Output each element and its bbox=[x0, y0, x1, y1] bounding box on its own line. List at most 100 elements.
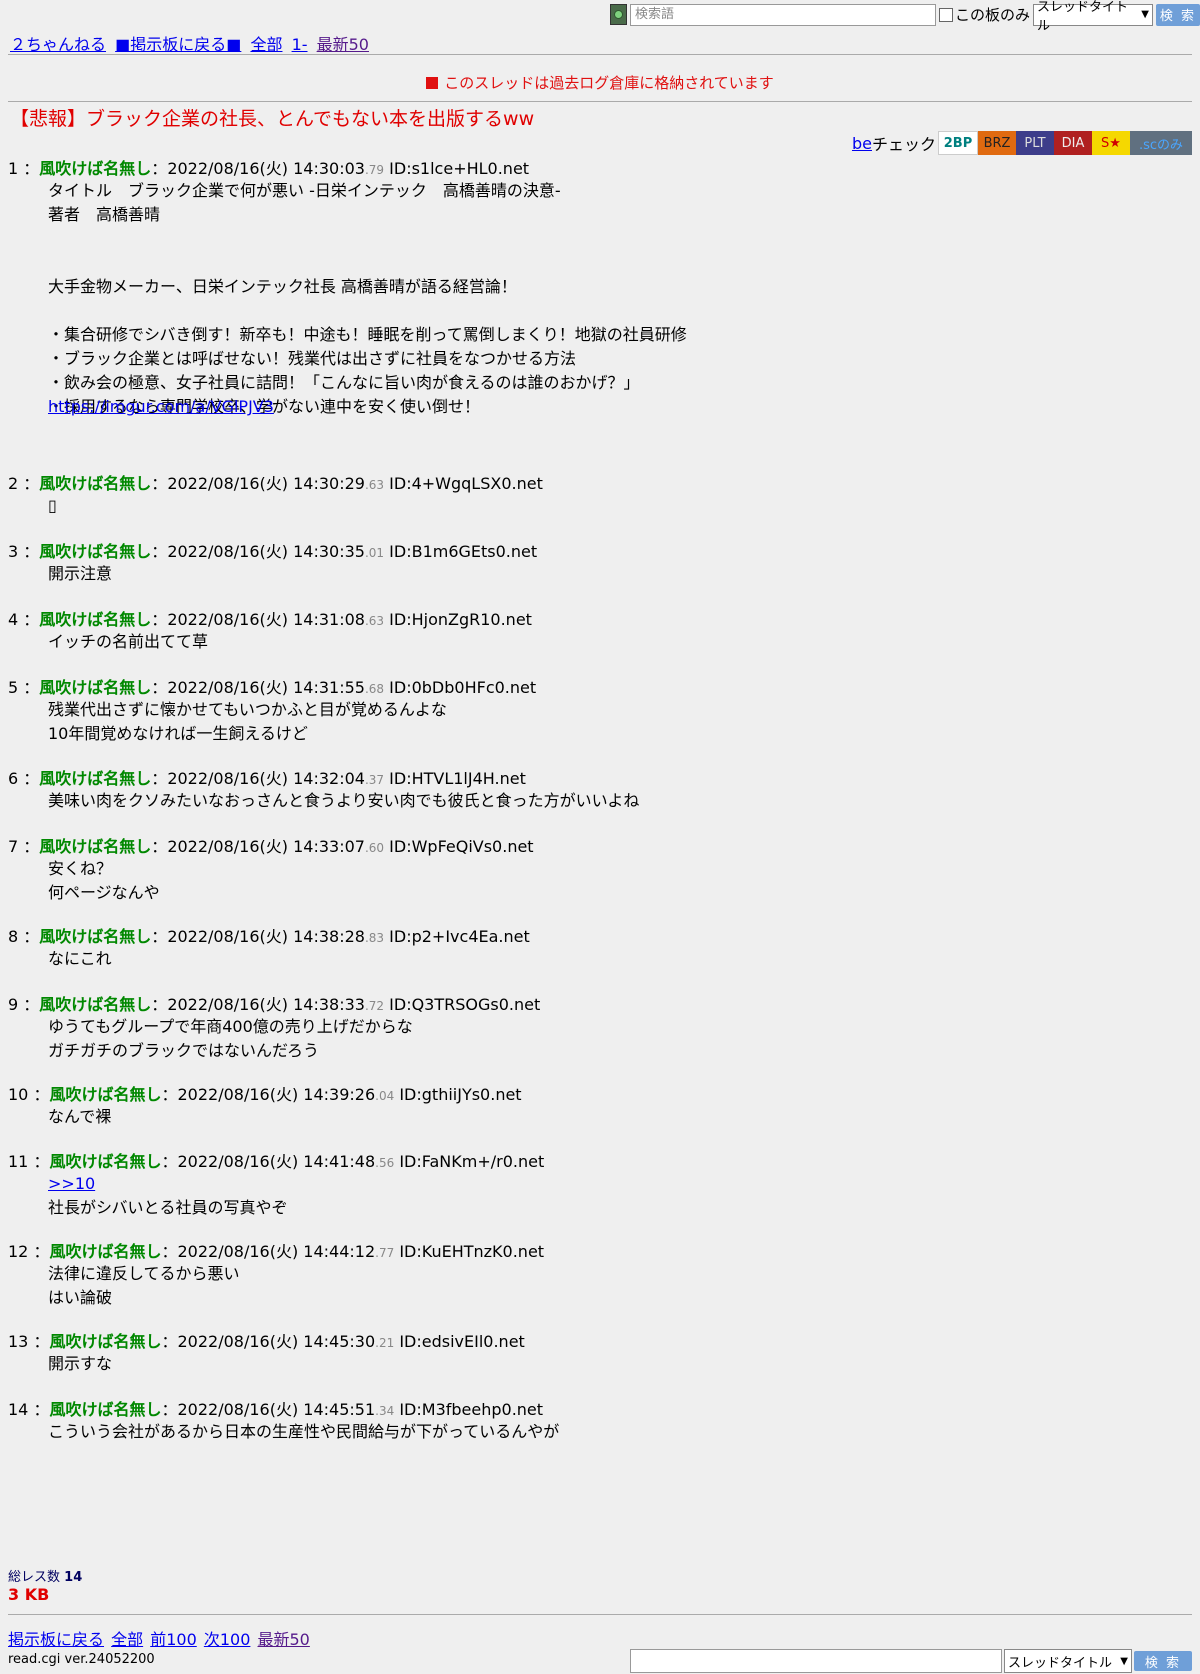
post-date: 2022/08/16(火) 14:41:48 bbox=[177, 1152, 376, 1171]
post-body: こういう会社があるから日本の生産性や民間給与が下がっているんやが bbox=[48, 1422, 560, 1441]
board-only-option[interactable]: この板のみ bbox=[938, 4, 1030, 25]
post-date: 2022/08/16(火) 14:30:29 bbox=[167, 474, 365, 493]
footer-latest-50-link[interactable]: 最新50 bbox=[258, 1630, 310, 1649]
poster-id: ID:gthiiJYs0.net bbox=[399, 1085, 522, 1104]
post-number: 10 bbox=[8, 1085, 29, 1104]
badge-sc-only[interactable]: .scのみ bbox=[1130, 131, 1192, 155]
reply-anchor-link[interactable]: >>10 bbox=[48, 1174, 95, 1193]
post-header: 12 ：風吹けば名無し：2022/08/16(火) 14:44:12.77 ID… bbox=[8, 1242, 545, 1261]
first-posts-link[interactable]: 1- bbox=[292, 35, 308, 54]
footer-prev-100-link[interactable]: 前100 bbox=[150, 1630, 197, 1649]
post-3: 3 ：風吹けば名無し：2022/08/16(火) 14:30:35.01 ID:… bbox=[8, 538, 537, 586]
total-posts: 総レス数 14 bbox=[8, 1566, 82, 1585]
chevron-down-icon: ▼ bbox=[1120, 1655, 1128, 1667]
board-only-label: この板のみ bbox=[954, 6, 1030, 24]
post-date: 2022/08/16(火) 14:31:08 bbox=[167, 610, 365, 629]
post-number: 8 bbox=[8, 927, 19, 946]
imgur-link[interactable]: https://imgur.com/a/VGlPJV3 bbox=[48, 397, 274, 416]
post-13: 13 ：風吹けば名無し：2022/08/16(火) 14:45:30.21 ID… bbox=[8, 1328, 525, 1376]
be-check-bar: be チェック 2BP BRZ PLT DIA S★ .scのみ bbox=[852, 131, 1192, 155]
post-msec: .34 bbox=[375, 1404, 395, 1418]
poster-name: 風吹けば名無し bbox=[49, 1085, 162, 1104]
search-input[interactable] bbox=[629, 3, 936, 26]
search-button[interactable]: 検 索 bbox=[1156, 3, 1200, 26]
thread-size: 3 KB bbox=[8, 1585, 50, 1604]
post-body: 開示すな bbox=[48, 1354, 113, 1373]
post-number: 3 bbox=[8, 542, 19, 561]
post-number: 9 bbox=[8, 995, 19, 1014]
post-body: なにこれ bbox=[48, 949, 112, 968]
post-header: 5 ：風吹けば名無し：2022/08/16(火) 14:31:55.68 ID:… bbox=[8, 678, 537, 697]
latest-50-link[interactable]: 最新50 bbox=[317, 35, 369, 54]
post-body: 開示注意 bbox=[48, 564, 113, 583]
back-to-board-link[interactable]: ■掲示板に戻る■ bbox=[115, 35, 241, 54]
poster-name: 風吹けば名無し bbox=[49, 1332, 162, 1351]
chevron-down-icon: ▼ bbox=[1141, 9, 1149, 20]
be-link[interactable]: be bbox=[852, 134, 872, 153]
poster-id: ID:p2+Ivc4Ea.net bbox=[389, 927, 530, 946]
post-number: 14 bbox=[8, 1400, 29, 1419]
badge-dia[interactable]: DIA bbox=[1054, 131, 1092, 155]
bottom-search-scope-select[interactable]: スレッドタイトル ▼ bbox=[1004, 1649, 1132, 1673]
post-number: 6 bbox=[8, 769, 19, 788]
post-4: 4 ：風吹けば名無し：2022/08/16(火) 14:31:08.63 ID:… bbox=[8, 606, 532, 654]
post-msec: .60 bbox=[364, 841, 385, 855]
poster-id: ID:KuEHTnzK0.net bbox=[399, 1242, 545, 1261]
post-date: 2022/08/16(火) 14:45:51 bbox=[177, 1400, 376, 1419]
post-msec: .37 bbox=[364, 773, 385, 787]
post-body: イッチの名前出てて草 bbox=[48, 632, 209, 651]
badge-plt[interactable]: PLT bbox=[1016, 131, 1054, 155]
post-number: 7 bbox=[8, 837, 19, 856]
be-check-label: チェック bbox=[871, 135, 936, 154]
post-body: 法律に違反してるから悪い はい論破 bbox=[48, 1264, 240, 1307]
post-number: 1 bbox=[8, 159, 19, 178]
post-header: 11 ：風吹けば名無し：2022/08/16(火) 14:41:48.56 ID… bbox=[8, 1152, 545, 1171]
badge-brz[interactable]: BRZ bbox=[978, 131, 1016, 155]
post-msec: .63 bbox=[364, 614, 385, 628]
post-number: 12 bbox=[8, 1242, 29, 1261]
poster-name: 風吹けば名無し bbox=[39, 542, 152, 561]
poster-name: 風吹けば名無し bbox=[39, 474, 152, 493]
poster-name: 風吹けば名無し bbox=[39, 610, 152, 629]
post-body: 美味い肉をクソみたいなおっさんと食うより安い肉でも彼氏と食った方がいいよね bbox=[48, 791, 640, 810]
divider bbox=[8, 1614, 1192, 1615]
site-link[interactable]: ２ちゃんねる bbox=[10, 35, 106, 54]
post-body: なんで裸 bbox=[48, 1107, 112, 1126]
search-scope-select[interactable]: スレッドタイトル ▼ bbox=[1033, 0, 1153, 34]
bottom-search-input[interactable] bbox=[630, 1649, 1002, 1673]
footer-all-link[interactable]: 全部 bbox=[111, 1630, 143, 1649]
poster-name: 風吹けば名無し bbox=[39, 159, 152, 178]
post-number: 13 bbox=[8, 1332, 29, 1351]
post-number: 2 bbox=[8, 474, 19, 493]
post-14: 14 ：風吹けば名無し：2022/08/16(火) 14:45:51.34 ID… bbox=[8, 1396, 559, 1444]
divider bbox=[8, 101, 1192, 102]
post-10: 10 ：風吹けば名無し：2022/08/16(火) 14:39:26.04 ID… bbox=[8, 1081, 522, 1129]
poster-id: ID:edsivEIl0.net bbox=[399, 1332, 525, 1351]
top-search-bar: この板のみ スレッドタイトル ▼ 検 索 bbox=[609, 0, 1200, 34]
post-date: 2022/08/16(火) 14:30:03 bbox=[167, 159, 365, 178]
badge-s-star[interactable]: S★ bbox=[1092, 131, 1130, 155]
post-6: 6 ：風吹けば名無し：2022/08/16(火) 14:32:04.37 ID:… bbox=[8, 765, 639, 813]
post-1: 1 ：風吹けば名無し：2022/08/16(火) 14:30:03.79 ID:… bbox=[8, 155, 687, 419]
footer-next-100-link[interactable]: 次100 bbox=[204, 1630, 251, 1649]
post-msec: .68 bbox=[364, 682, 385, 696]
total-posts-label: 総レス数 bbox=[8, 1570, 61, 1585]
post-date: 2022/08/16(火) 14:32:04 bbox=[167, 769, 365, 788]
post-msec: .83 bbox=[364, 931, 385, 945]
total-posts-count: 14 bbox=[64, 1570, 83, 1585]
footer-back-link[interactable]: 掲示板に戻る bbox=[8, 1630, 104, 1649]
post-header: 2 ：風吹けば名無し：2022/08/16(火) 14:30:29.63 ID:… bbox=[8, 474, 543, 493]
post-date: 2022/08/16(火) 14:39:26 bbox=[177, 1085, 376, 1104]
all-posts-link[interactable]: 全部 bbox=[250, 35, 282, 54]
top-nav: ２ちゃんねる ■掲示板に戻る■ 全部 1- 最新50 bbox=[10, 31, 373, 55]
board-only-checkbox[interactable] bbox=[938, 7, 953, 22]
post-msec: .04 bbox=[375, 1089, 395, 1103]
red-square-icon bbox=[426, 77, 439, 89]
post-msec: .79 bbox=[364, 163, 385, 177]
post-11: 11 ：風吹けば名無し：2022/08/16(火) 14:41:48.56 ID… bbox=[8, 1148, 544, 1220]
bottom-search-button[interactable]: 検 索 bbox=[1134, 1651, 1192, 1671]
post-header: 14 ：風吹けば名無し：2022/08/16(火) 14:45:51.34 ID… bbox=[8, 1400, 544, 1419]
poster-name: 風吹けば名無し bbox=[39, 678, 152, 697]
badge-2bp[interactable]: 2BP bbox=[938, 131, 978, 155]
post-body: 安くね？ 何ページなんや bbox=[48, 859, 160, 902]
